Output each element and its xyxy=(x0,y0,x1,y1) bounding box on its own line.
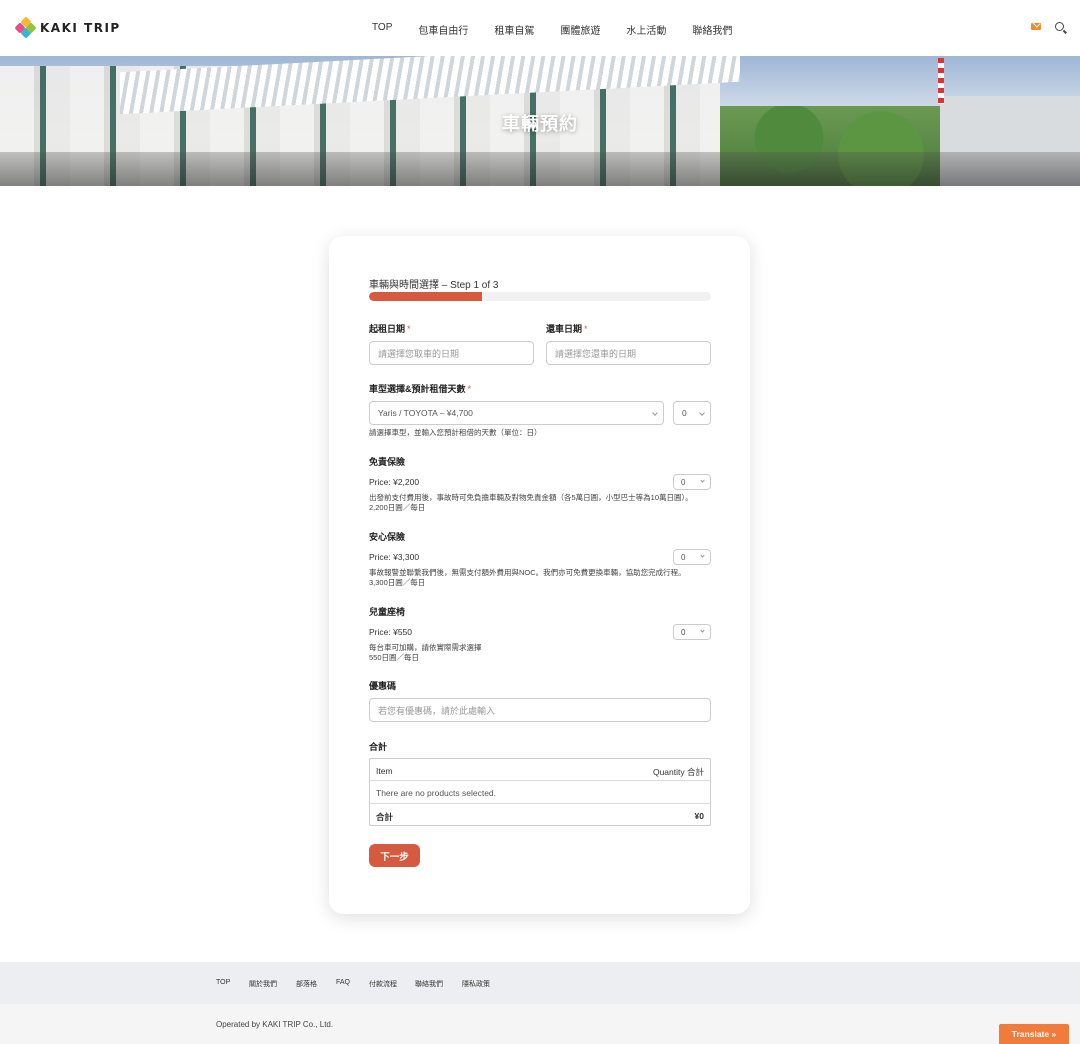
nav-item-group-tour[interactable]: 團體旅遊 xyxy=(560,22,600,37)
footer-bottom: Operated by KAKI TRIP Co., Ltd. xyxy=(0,1004,1080,1044)
insurance-safety-qty-value: 0 xyxy=(681,552,686,562)
nav-item-top[interactable]: TOP xyxy=(372,22,392,37)
summary-header-row: Item Quantity 合計 xyxy=(370,759,710,781)
vehicle-select-value: Yaris / TOYOTA – ¥4,700 xyxy=(378,408,473,418)
insurance-safety-qty[interactable]: 0 xyxy=(673,549,711,565)
footer-link-payment[interactable]: 付款流程 xyxy=(369,979,397,989)
child-seat-qty-value: 0 xyxy=(681,627,686,637)
child-seat-qty[interactable]: 0 xyxy=(673,624,711,640)
rental-days-select[interactable]: 0 xyxy=(673,401,711,425)
chevron-down-icon xyxy=(652,410,658,416)
chevron-down-icon xyxy=(700,478,705,483)
hero-banner: 車輛預約 xyxy=(0,56,1080,186)
nav-item-charter[interactable]: 包車自由行 xyxy=(418,22,468,37)
step-progress-bar xyxy=(369,292,711,301)
nav-item-rental[interactable]: 租車自駕 xyxy=(494,22,534,37)
step-title: 車輛與時間選擇 – Step 1 of 3 xyxy=(369,280,499,291)
logo-icon xyxy=(14,16,37,39)
nav-item-contact[interactable]: 聯絡我們 xyxy=(692,22,732,37)
vehicle-help-text: 請選擇車型，並輸入您預計租借的天數（單位：日） xyxy=(369,428,542,437)
copyright-text: Operated by KAKI TRIP Co., Ltd. xyxy=(216,1020,334,1029)
child-seat-price: Price: ¥550 xyxy=(369,627,412,637)
insurance-exemption-desc-line1: 出發前支付費用後，事故時可免負擔車輛及對物免責金額（各5萬日圓，小型巴士等為10… xyxy=(369,493,693,502)
insurance-safety-desc: 事故報警並聯繫我們後，無需支付額外費用與NOC。我們亦可免費更換車輛，協助您完成… xyxy=(369,568,711,588)
summary-col-total: 合計 xyxy=(686,767,704,777)
footer-link-blog[interactable]: 部落格 xyxy=(296,979,317,989)
coupon-label: 優惠碼 xyxy=(369,681,397,691)
summary-empty-text: There are no products selected. xyxy=(376,788,497,798)
translate-button[interactable]: Translate » xyxy=(999,1024,1069,1044)
page-title: 車輛預約 xyxy=(502,114,578,134)
summary-col-qty-total: Quantity 合計 xyxy=(653,766,704,778)
booking-form-card: 車輛與時間選擇 – Step 1 of 3 起租日期 * 還車日期 * 請選擇您取車… xyxy=(329,236,750,914)
insurance-safety-title: 安心保險 xyxy=(369,532,406,542)
rental-days-value: 0 xyxy=(682,408,687,418)
insurance-exemption-desc-line2: 2,200日圓／每日 xyxy=(369,503,426,512)
site-header: KAKI TRIP TOP 包車自由行 租車自駕 團體旅遊 水上活動 聯絡我們 xyxy=(0,0,1080,56)
total-label: 合計 xyxy=(369,742,388,752)
nav-item-water-activity[interactable]: 水上活動 xyxy=(626,22,666,37)
pickup-date-label: 起租日期 * xyxy=(369,324,411,334)
chevron-down-icon xyxy=(700,553,705,558)
header-icons xyxy=(1031,22,1064,31)
vehicle-select[interactable]: Yaris / TOYOTA – ¥4,700 xyxy=(369,401,664,425)
insurance-safety-desc-line1: 事故報警並聯繫我們後，無需支付額外費用與NOC。我們亦可免費更換車輛，協助您完成… xyxy=(369,568,686,577)
insurance-exemption-title: 免責保險 xyxy=(369,457,406,467)
logo-text: KAKI TRIP xyxy=(40,21,121,35)
hero-image-tower xyxy=(938,58,944,104)
footer-link-about[interactable]: 關於我們 xyxy=(249,979,277,989)
insurance-exemption-price: Price: ¥2,200 xyxy=(369,477,420,487)
footer-link-privacy[interactable]: 隱私政策 xyxy=(462,979,490,989)
step-progress-fill xyxy=(369,292,482,301)
vehicle-label: 車型選擇&預計租借天數 * xyxy=(369,384,472,394)
return-date-input[interactable]: 請選擇您還車的日期 xyxy=(546,341,711,365)
child-seat-title: 兒童座椅 xyxy=(369,607,406,617)
footer-link-faq[interactable]: FAQ xyxy=(336,979,350,986)
insurance-exemption-qty[interactable]: 0 xyxy=(673,474,711,490)
chevron-down-icon xyxy=(700,628,705,633)
order-summary-table: Item Quantity 合計 There are no products s… xyxy=(369,758,711,826)
insurance-safety-price: Price: ¥3,300 xyxy=(369,552,420,562)
footer-link-top[interactable]: TOP xyxy=(216,979,230,986)
footer-link-contact[interactable]: 聯絡我們 xyxy=(415,979,443,989)
summary-empty-row: There are no products selected. xyxy=(370,781,710,804)
main-nav: TOP 包車自由行 租車自駕 團體旅遊 水上活動 聯絡我們 xyxy=(372,22,732,37)
child-seat-desc-line2: 550日圓／每日 xyxy=(369,653,420,662)
summary-col-quantity: Quantity xyxy=(652,767,685,777)
summary-footer-row: 合計 ¥0 xyxy=(370,804,710,826)
insurance-safety-desc-line2: 3,300日圓／每日 xyxy=(369,578,426,587)
return-date-label: 還車日期 * xyxy=(546,324,588,334)
footer-nav: TOP 關於我們 部落格 FAQ 付款流程 聯絡我們 隱私政策 xyxy=(0,962,1080,1004)
child-seat-desc-line1: 每台車可加購，請依實際需求選擇 xyxy=(369,643,482,652)
child-seat-desc: 每台車可加購，請依實際需求選擇 550日圓／每日 xyxy=(369,643,711,663)
summary-col-item: Item xyxy=(376,766,393,776)
search-icon[interactable] xyxy=(1055,22,1064,31)
insurance-exemption-desc: 出發前支付費用後，事故時可免負擔車輛及對物免責金額（各5萬日圓，小型巴士等為10… xyxy=(369,493,711,513)
summary-footer-value: ¥0 xyxy=(694,811,704,821)
hero-image-ground xyxy=(0,152,1080,186)
insurance-exemption-qty-value: 0 xyxy=(681,477,686,487)
coupon-input[interactable]: 若您有優惠碼，請於此處輸入 xyxy=(369,698,711,722)
summary-footer-label: 合計 xyxy=(376,812,394,822)
mail-icon[interactable] xyxy=(1031,23,1041,30)
next-step-button[interactable]: 下一步 xyxy=(369,844,420,867)
pickup-date-input[interactable]: 請選擇您取車的日期 xyxy=(369,341,534,365)
chevron-down-icon xyxy=(699,410,705,416)
site-logo[interactable]: KAKI TRIP xyxy=(14,16,121,39)
